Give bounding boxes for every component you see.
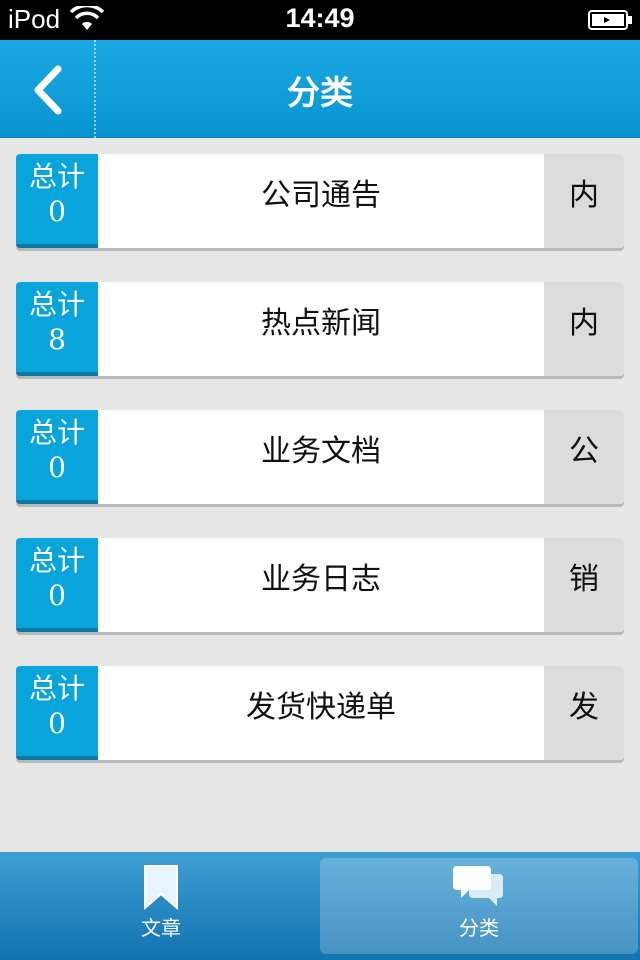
category-list: 总计 0 公司通告 内 总计 8 热点新闻 内 总计 0 业务文档 公 总计 0… — [16, 154, 624, 794]
count-label: 总计 — [28, 416, 85, 449]
category-tag: 销 — [544, 538, 624, 632]
category-title: 公司通告 — [261, 178, 381, 213]
category-tag: 公 — [544, 410, 624, 504]
category-title: 发货快递单 — [246, 690, 396, 725]
count-box: 总计 0 — [16, 154, 98, 248]
count-label: 总计 — [28, 288, 85, 321]
count-box: 总计 0 — [16, 410, 98, 504]
category-title: 热点新闻 — [261, 306, 381, 341]
category-item[interactable]: 总计 0 发货快递单 发 — [16, 666, 624, 760]
tab-label: 文章 — [141, 916, 181, 940]
tab-articles[interactable]: 文章 — [2, 858, 320, 954]
category-tag: 发 — [544, 666, 624, 760]
count-value: 0 — [48, 195, 66, 228]
count-box: 总计 0 — [16, 538, 98, 632]
count-value: 0 — [48, 579, 66, 612]
tab-bar: 文章 分类 — [0, 852, 640, 960]
count-box: 总计 0 — [16, 666, 98, 760]
chat-bubbles-icon — [453, 866, 503, 906]
bookmark-icon — [144, 865, 178, 910]
category-item[interactable]: 总计 0 公司通告 内 — [16, 154, 624, 248]
count-label: 总计 — [28, 160, 85, 193]
count-value: 0 — [48, 451, 66, 484]
status-bar: iPod 14:49 — [0, 0, 640, 40]
page-title: 分类 — [287, 73, 353, 112]
count-value: 8 — [48, 323, 66, 356]
category-title: 业务日志 — [261, 562, 381, 597]
category-item[interactable]: 总计 0 业务日志 销 — [16, 538, 624, 632]
category-tag: 内 — [544, 154, 624, 248]
count-box: 总计 8 — [16, 282, 98, 376]
status-time: 14:49 — [285, 3, 355, 33]
count-label: 总计 — [28, 672, 85, 705]
count-value: 0 — [48, 707, 66, 740]
category-tag: 内 — [544, 282, 624, 376]
count-label: 总计 — [28, 544, 85, 577]
tab-label: 分类 — [459, 916, 499, 940]
category-item[interactable]: 总计 0 业务文档 公 — [16, 410, 624, 504]
nav-bar: 分类 — [0, 40, 640, 138]
category-item[interactable]: 总计 8 热点新闻 内 — [16, 282, 624, 376]
category-title: 业务文档 — [261, 434, 381, 469]
battery-icon — [588, 10, 632, 30]
tab-categories[interactable]: 分类 — [320, 858, 638, 954]
